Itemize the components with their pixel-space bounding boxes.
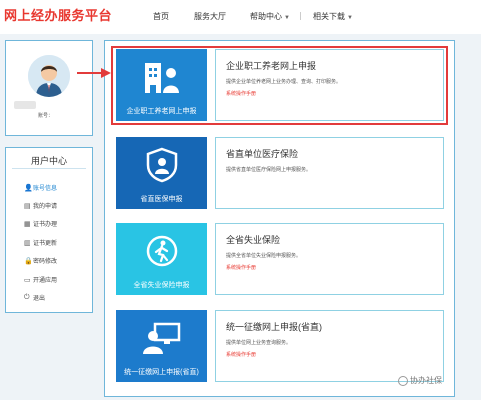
wechat-icon: [398, 375, 408, 386]
service-description: 提供单位网上业务查询服务。: [226, 340, 292, 346]
blurred-username: [14, 101, 36, 109]
account-label: 账号：: [38, 113, 54, 119]
watermark: 协办社保: [398, 375, 442, 386]
sidebar-item-label: 账号信息: [33, 186, 58, 192]
sidebar-item-change-password[interactable]: 🔒密码修改: [24, 256, 57, 266]
sidebar-item-open-apps[interactable]: ▭ 开通应用: [24, 275, 57, 285]
nav-service-hall[interactable]: 服务大厅: [194, 11, 226, 22]
nav-downloads-label: 相关下载: [313, 12, 345, 21]
avatar: [28, 55, 70, 97]
nav-service-hall-label: 服务大厅: [194, 12, 226, 21]
lock-icon: 🔒: [24, 258, 33, 266]
service-description: 提供全省单位失业保险申报服务。: [226, 253, 302, 259]
manual-link[interactable]: 系统操作手册: [226, 264, 256, 271]
nav-home[interactable]: 首页: [153, 11, 169, 22]
nav-help-center[interactable]: 帮助中心 ▼: [250, 11, 290, 22]
service-card-unemployment: 全省失业保险申报 全省失业保险 提供全省单位失业保险申报服务。 系统操作手册: [116, 223, 444, 295]
sidebar-item-label: 密码修改: [33, 259, 58, 265]
folder-icon: ▭: [24, 277, 31, 285]
nav-downloads[interactable]: 相关下载 ▼: [313, 11, 353, 22]
sidebar-item-logout[interactable]: ⏻ 退出: [24, 293, 45, 303]
sidebar-item-label: 退出: [33, 296, 46, 302]
site-logo[interactable]: 网上经办服务平台: [4, 5, 112, 24]
sidebar-item-certificate-update[interactable]: ▥ 证书更新: [24, 238, 57, 248]
service-description: 提供省直单位医疗保险网上申报服务。: [226, 167, 312, 173]
user-center-title: 用户中心: [30, 156, 67, 166]
sidebar-item-certificate-apply[interactable]: ▦ 证书办理: [24, 219, 57, 229]
service-tile-label: 全省失业保险申报: [133, 282, 190, 289]
service-tile-unified-collection[interactable]: 统一征缴网上申报(省直): [116, 310, 207, 382]
watermark-text: 协办社保: [410, 376, 442, 385]
sidebar-item-my-applications[interactable]: ▤ 我的申请: [24, 201, 57, 211]
certificate-refresh-icon: ▥: [24, 240, 31, 248]
shield-icon: [146, 147, 178, 183]
service-card-unified-collection: 统一征缴网上申报(省直) 统一征缴网上申报(省直) 提供单位网上业务查询服务。 …: [116, 310, 444, 382]
service-tile-unemployment[interactable]: 全省失业保险申报: [116, 223, 207, 295]
monitor-user-icon: [143, 322, 181, 354]
manual-link[interactable]: 系统操作手册: [226, 351, 256, 358]
nav-help-center-label: 帮助中心: [250, 12, 282, 21]
service-card-medical: 省直医保申报 省直单位医疗保险 提供省直单位医疗保险网上申报服务。: [116, 137, 444, 209]
service-tile-label: 省直医保申报: [140, 196, 183, 203]
sidebar-item-account-info[interactable]: 👤账号信息: [24, 183, 57, 193]
chevron-down-icon: ▼: [347, 15, 353, 21]
service-title[interactable]: 统一征缴网上申报(省直): [226, 320, 322, 333]
certificate-icon: ▦: [24, 221, 31, 229]
service-title[interactable]: 省直单位医疗保险: [226, 147, 298, 160]
sidebar-item-label: 证书更新: [33, 241, 58, 247]
highlight-box: [111, 46, 448, 125]
service-info-medical: 省直单位医疗保险 提供省直单位医疗保险网上申报服务。: [215, 137, 444, 209]
document-icon: ▤: [24, 203, 31, 211]
service-info-unemployment: 全省失业保险 提供全省单位失业保险申报服务。 系统操作手册: [215, 223, 444, 295]
walker-icon: [146, 235, 178, 267]
chevron-down-icon: ▼: [284, 15, 290, 21]
sidebar-item-label: 证书办理: [33, 222, 58, 228]
arrow-right-icon: [77, 68, 111, 78]
top-header: 网上经办服务平台 首页 服务大厅 帮助中心 ▼ 相关下载 ▼: [0, 0, 481, 34]
sidebar-item-label: 我的申请: [33, 204, 58, 210]
sidebar-item-label: 开通应用: [33, 278, 58, 284]
power-icon: ⏻: [24, 294, 30, 302]
service-title[interactable]: 全省失业保险: [226, 233, 280, 246]
user-avatar-icon: [28, 55, 70, 97]
nav-divider: [300, 12, 301, 20]
user-icon: 👤: [24, 185, 33, 193]
service-tile-label: 统一征缴网上申报(省直): [124, 369, 199, 376]
user-profile-card: [5, 40, 93, 136]
service-info-unified-collection: 统一征缴网上申报(省直) 提供单位网上业务查询服务。 系统操作手册: [215, 310, 444, 382]
nav-home-label: 首页: [153, 12, 169, 21]
divider: [12, 168, 86, 169]
user-center-panel: 用户中心: [5, 147, 93, 313]
service-tile-medical[interactable]: 省直医保申报: [116, 137, 207, 209]
